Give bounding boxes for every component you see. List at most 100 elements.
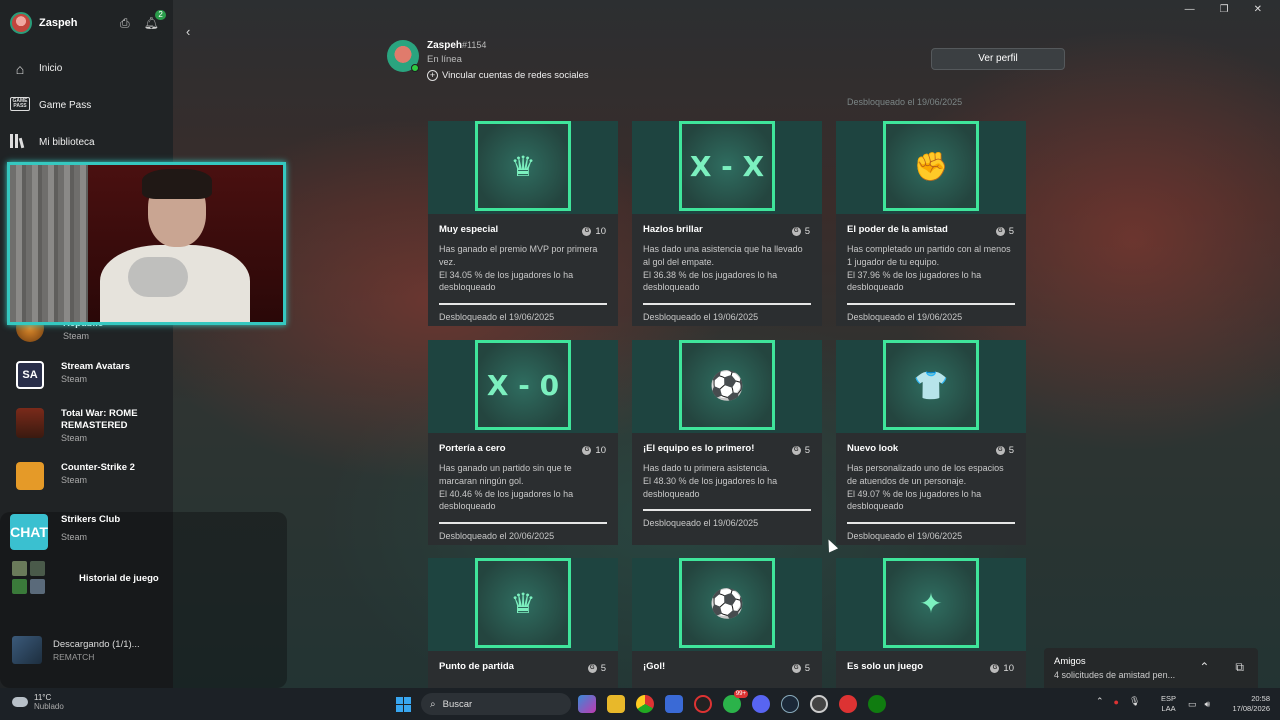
plus-circle-icon: + [427, 70, 438, 81]
achievement-card[interactable]: 👕 Nuevo look G 5 Has personalizado uno de lo… [836, 340, 1026, 545]
open-external-icon[interactable]: ⧉ [1235, 660, 1244, 675]
game-platform: Steam [63, 331, 90, 341]
achievement-card[interactable]: ✦ Es solo un juego G 10 [836, 558, 1026, 688]
game-title: Total War: ROME REMASTERED [61, 408, 138, 431]
game-item-strikers-club[interactable]: CHAT Strikers Club Steam [10, 514, 120, 550]
taskbar-search[interactable]: ⌕ Buscar [421, 693, 571, 715]
copilot-icon[interactable] [578, 695, 596, 713]
achievement-title: Hazlos brillar [643, 224, 703, 235]
volume-icon[interactable]: 🔊︎ [1205, 699, 1211, 710]
achievement-image: ♛ [428, 558, 618, 651]
windows-start-icon[interactable] [396, 697, 411, 712]
achievement-description: Has dado una asistencia que ha llevado a… [643, 244, 803, 293]
achievement-description: Has ganado un partido sin que te marcara… [439, 463, 574, 512]
weather-desc: Nublado [34, 702, 64, 711]
game-title: Counter-Strike 2 [61, 462, 135, 473]
close-icon[interactable]: ✕ [1254, 4, 1262, 15]
webcam-overlay [7, 162, 286, 325]
achievement-percentage: El 34.05 % de los jugadores lo ha desblo… [439, 269, 574, 293]
achievement-card[interactable]: ♛ Muy especial G 10 Has ganado el premio MVP… [428, 121, 618, 326]
file-explorer-icon[interactable] [607, 695, 625, 713]
achievement-badge-icon: ♛ [475, 558, 571, 648]
search-placeholder: Buscar [442, 698, 473, 710]
achievement-score: G5 [995, 445, 1014, 456]
app-icon[interactable] [694, 695, 712, 713]
achievement-card[interactable]: X - 0 Portería a cero G 10 Has ganado un par… [428, 340, 618, 545]
game-thumbnail: SA [16, 361, 44, 389]
controller-icon[interactable]: ⎙ [120, 16, 130, 31]
store-icon[interactable] [665, 695, 683, 713]
search-icon: ⌕ [430, 698, 436, 710]
chevron-up-icon[interactable]: ⌃ [1096, 696, 1104, 707]
achievement-badge-icon: 👕 [883, 340, 979, 430]
achievement-title: ¡El equipo es lo primero! [643, 443, 755, 454]
achievement-image: ✊ [836, 121, 1026, 214]
achievement-card[interactable]: ✊ El poder de la amistad G 5 Has completado … [836, 121, 1026, 326]
download-title: Descargando (1/1)... [53, 638, 140, 650]
game-thumbnail [16, 462, 44, 490]
gamerscore-icon: G [995, 446, 1005, 455]
system-tray: ⌃ ● 🎙︎ [1096, 696, 1140, 707]
user-avatar [10, 12, 32, 34]
achievement-score: G 10 [582, 226, 606, 237]
game-item-total-war[interactable]: Total War: ROME REMASTERED Steam [16, 408, 151, 444]
obs-icon[interactable] [810, 695, 828, 713]
media-icon[interactable] [839, 695, 857, 713]
achievement-card[interactable]: ⚽ ¡Gol! G 5 [632, 558, 822, 688]
achievement-image: ♛ [428, 121, 618, 214]
discord-icon[interactable] [752, 695, 770, 713]
friends-toast[interactable]: Amigos 4 solicitudes de amistad pen... ⌃… [1044, 648, 1258, 688]
network-icon[interactable]: ▭ [1188, 699, 1197, 710]
clock[interactable]: 20:58 17/08/2026 [1226, 694, 1270, 714]
maximize-icon[interactable]: ❐ [1220, 4, 1229, 15]
clock-time: 20:58 [1251, 694, 1270, 703]
achievement-description: Has ganado el premio MVP por primera vez… [439, 244, 598, 293]
achievement-badge-icon: ♛ [475, 121, 571, 211]
play-history[interactable]: Historial de juego [12, 561, 159, 594]
sidebar-item-label: Inicio [39, 63, 63, 74]
achievement-percentage: El 36.38 % de los jugadores lo ha desblo… [643, 269, 778, 293]
sidebar: Zaspeh ⎙ 🔔︎ 2 ⌂ Inicio GAME PASS Game Pas… [0, 0, 287, 688]
xbox-icon[interactable] [868, 695, 886, 713]
view-profile-button[interactable]: Ver perfil [931, 48, 1065, 70]
achievement-percentage: El 40.46 % de los jugadores lo ha desblo… [439, 488, 574, 512]
gamerscore-icon: G [791, 446, 801, 455]
webcam-person-hair [142, 169, 212, 199]
progress-bar [847, 303, 1015, 306]
sidebar-item-game-pass[interactable]: GAME PASS Game Pass [10, 87, 95, 124]
achievement-card[interactable]: ♛ Punto de partida G 5 [428, 558, 618, 688]
sidebar-item-home[interactable]: ⌂ Inicio [10, 50, 95, 87]
tray-app-icon[interactable]: ● [1114, 697, 1119, 707]
achievement-image: X - 0 [428, 340, 618, 433]
achievement-score: G5 [791, 445, 810, 456]
language-indicator[interactable]: ESP LAA [1161, 694, 1176, 714]
notifications-icon[interactable]: 🔔︎ 2 [144, 10, 166, 31]
back-arrow-icon[interactable]: ‹ [186, 24, 190, 39]
gamerscore-icon: G [582, 227, 592, 236]
game-item-stream-avatars[interactable]: SA Stream Avatars Steam [16, 361, 130, 389]
microphone-icon[interactable]: 🎙︎ [1129, 696, 1140, 707]
chat-logo: CHAT [10, 514, 48, 550]
minimize-icon[interactable]: — [1185, 4, 1195, 15]
achievement-badge-icon: X - 0 [475, 340, 571, 430]
download-item[interactable]: Descargando (1/1)... REMATCH [12, 636, 140, 664]
link-social-accounts[interactable]: + Vincular cuentas de redes sociales [427, 70, 589, 81]
game-item-counter-strike[interactable]: Counter-Strike 2 Steam [16, 462, 135, 490]
achievement-title: ¡Gol! [643, 661, 666, 672]
weather-widget[interactable]: 11°C Nublado [12, 693, 64, 711]
gamerscore-icon: G [791, 664, 801, 673]
progress-bar [643, 509, 811, 512]
chevron-up-icon[interactable]: ⌃ [1199, 660, 1209, 675]
history-thumbnails [12, 561, 45, 594]
download-thumbnail [12, 636, 42, 664]
steam-icon[interactable] [781, 695, 799, 713]
user-account[interactable]: Zaspeh [10, 12, 78, 34]
achievement-card[interactable]: X - X Hazlos brillar G 5 Has dado una asiste… [632, 121, 822, 326]
home-icon: ⌂ [15, 60, 25, 77]
sidebar-item-library[interactable]: Mi biblioteca [10, 124, 95, 161]
whatsapp-icon[interactable]: 99+ [723, 690, 748, 713]
achievement-unlock-date: Desbloqueado el 19/06/2025 [439, 312, 555, 323]
chrome-icon[interactable] [636, 695, 654, 713]
achievement-score: G5 [587, 663, 606, 674]
achievement-card[interactable]: ⚽ ¡El equipo es lo primero! G 5 Has dado tu … [632, 340, 822, 545]
